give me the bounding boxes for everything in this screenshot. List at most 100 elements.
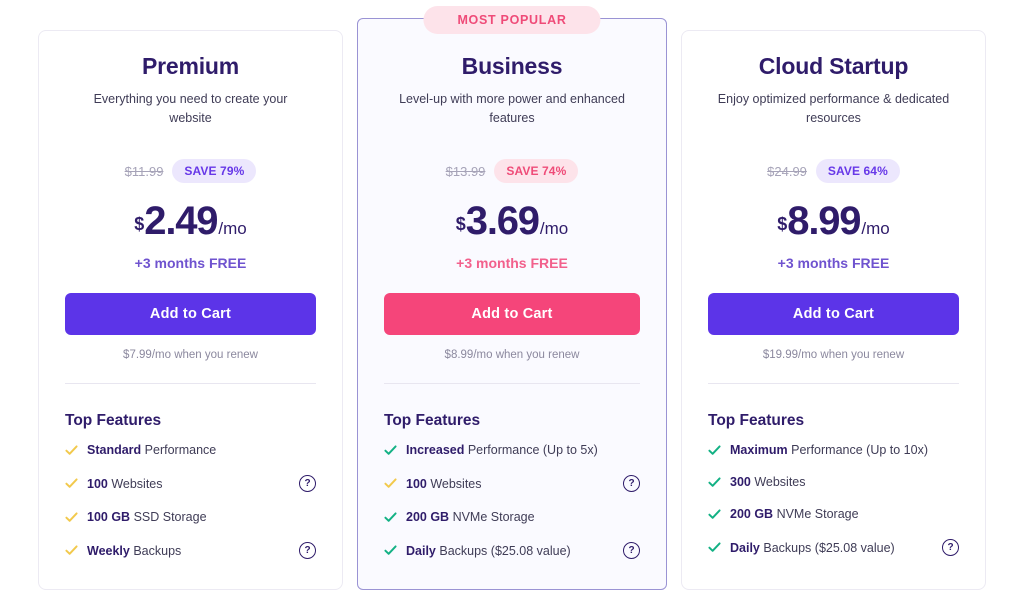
feature-rest: Backups ($25.08 value): [759, 540, 895, 555]
feature-item: Maximum Performance (Up to 10x): [708, 434, 959, 466]
check-icon: [384, 477, 397, 490]
renewal-price-note: $7.99/mo when you renew: [123, 349, 258, 361]
pricing-card-business: MOST POPULAR Business Level-up with more p…: [357, 6, 667, 590]
price-amount: 3.69: [465, 199, 540, 243]
feature-value: Standard: [87, 443, 142, 457]
feature-rest: Websites: [107, 476, 163, 491]
most-popular-badge: MOST POPULAR: [423, 6, 601, 34]
price-period: /mo: [861, 219, 890, 238]
plan-description: Everything you need to create your websi…: [93, 92, 288, 126]
feature-value: 200 GB: [730, 507, 774, 521]
promo-free-months: +3 months FREE: [134, 255, 247, 271]
feature-value: 100 GB: [87, 510, 131, 524]
check-icon: [65, 511, 78, 524]
plan-title: Cloud Startup: [758, 53, 909, 79]
feature-value: Weekly: [87, 543, 130, 558]
feature-rest: Websites: [426, 476, 482, 491]
section-divider: [65, 383, 316, 384]
feature-list: Standard Performance 100 Websites? 100 GB …: [65, 434, 316, 568]
feature-label: Increased Performance (Up to 5x): [406, 443, 617, 457]
renewal-price-note: $8.99/mo when you renew: [444, 349, 580, 361]
top-features-heading: Top Features: [708, 412, 805, 429]
current-price: $3.69/mo: [384, 201, 640, 241]
help-icon[interactable]: ?: [942, 539, 959, 556]
feature-label: 200 GB NVMe Storage: [406, 510, 617, 524]
add-to-cart-button[interactable]: Add to Cart: [65, 293, 316, 335]
feature-rest: NVMe Storage: [449, 510, 535, 524]
feature-item: Daily Backups ($25.08 value)?: [384, 533, 640, 568]
section-divider: [708, 383, 959, 384]
price-period: /mo: [218, 219, 247, 238]
price-amount: 2.49: [144, 199, 218, 243]
promo-free-months: +3 months FREE: [456, 255, 568, 271]
check-icon: [708, 476, 721, 489]
feature-rest: Backups: [129, 543, 182, 558]
feature-label: Daily Backups ($25.08 value): [730, 541, 934, 555]
feature-value: 300: [730, 475, 751, 489]
check-icon: [384, 544, 397, 557]
feature-label: Weekly Backups: [87, 544, 291, 558]
feature-item: 200 GB NVMe Storage: [708, 498, 959, 530]
plan-title: Business: [461, 53, 563, 79]
help-icon[interactable]: ?: [623, 542, 640, 559]
original-price: $13.99: [445, 163, 486, 179]
price-comparison-row: $13.99 SAVE 74%: [384, 159, 640, 183]
help-icon[interactable]: ?: [623, 475, 640, 492]
savings-badge: SAVE 74%: [494, 159, 579, 183]
feature-value: Daily: [406, 543, 436, 558]
feature-list: Increased Performance (Up to 5x) 100 Webs…: [384, 434, 640, 568]
check-icon: [708, 508, 721, 521]
feature-item: Weekly Backups?: [65, 533, 316, 568]
pricing-card-cloud-startup: Cloud Startup Enjoy optimized performance…: [681, 30, 986, 590]
feature-value: 100: [87, 476, 108, 491]
top-features-heading: Top Features: [384, 412, 481, 429]
plan-title: Premium: [141, 53, 240, 79]
price-comparison-row: $24.99 SAVE 64%: [708, 159, 959, 183]
feature-item: 100 Websites?: [65, 466, 316, 501]
help-icon[interactable]: ?: [299, 475, 316, 492]
help-icon[interactable]: ?: [299, 542, 316, 559]
current-price: $2.49/mo: [65, 201, 316, 241]
feature-rest: Performance: [141, 443, 217, 457]
savings-badge: SAVE 64%: [815, 159, 900, 183]
check-icon: [384, 511, 397, 524]
plan-description: Level-up with more power and enhanced fe…: [399, 92, 625, 126]
price-amount: 8.99: [787, 199, 861, 243]
feature-list: Maximum Performance (Up to 10x) 300 Websi…: [708, 434, 959, 565]
check-icon: [708, 444, 721, 457]
feature-item: 200 GB NVMe Storage: [384, 501, 640, 533]
feature-label: Standard Performance: [87, 443, 293, 457]
feature-rest: SSD Storage: [130, 510, 207, 524]
check-icon: [708, 541, 721, 554]
pricing-plans-grid: Premium Everything you need to create you…: [0, 0, 1024, 590]
check-icon: [65, 544, 78, 557]
savings-badge: SAVE 79%: [172, 159, 257, 183]
feature-value: Increased: [406, 443, 465, 457]
feature-label: 200 GB NVMe Storage: [730, 507, 936, 521]
current-price: $8.99/mo: [708, 201, 959, 241]
check-icon: [65, 477, 78, 490]
feature-label: Daily Backups ($25.08 value): [406, 544, 615, 558]
feature-item: 100 Websites?: [384, 466, 640, 501]
add-to-cart-button[interactable]: Add to Cart: [708, 293, 959, 335]
feature-item: Standard Performance: [65, 434, 316, 466]
feature-item: Daily Backups ($25.08 value)?: [708, 530, 959, 565]
renewal-price-note: $19.99/mo when you renew: [762, 349, 905, 361]
original-price: $24.99: [767, 163, 807, 179]
feature-label: Maximum Performance (Up to 10x): [730, 443, 936, 457]
pricing-card-premium: Premium Everything you need to create you…: [38, 30, 343, 590]
feature-label: 100 Websites: [406, 477, 615, 491]
check-icon: [65, 444, 78, 457]
plan-description: Enjoy optimized performance & dedicated …: [717, 92, 950, 126]
feature-rest: Performance (Up to 10x): [787, 443, 928, 457]
feature-rest: Performance (Up to 5x): [464, 443, 598, 457]
feature-item: 300 Websites: [708, 466, 959, 498]
currency-symbol: $: [134, 214, 145, 234]
feature-value: Daily: [730, 540, 760, 555]
add-to-cart-button[interactable]: Add to Cart: [384, 293, 640, 335]
original-price: $11.99: [124, 163, 164, 179]
feature-value: 100: [406, 476, 427, 491]
price-period: /mo: [539, 219, 569, 238]
feature-label: 100 GB SSD Storage: [87, 510, 293, 524]
section-divider: [384, 383, 640, 384]
